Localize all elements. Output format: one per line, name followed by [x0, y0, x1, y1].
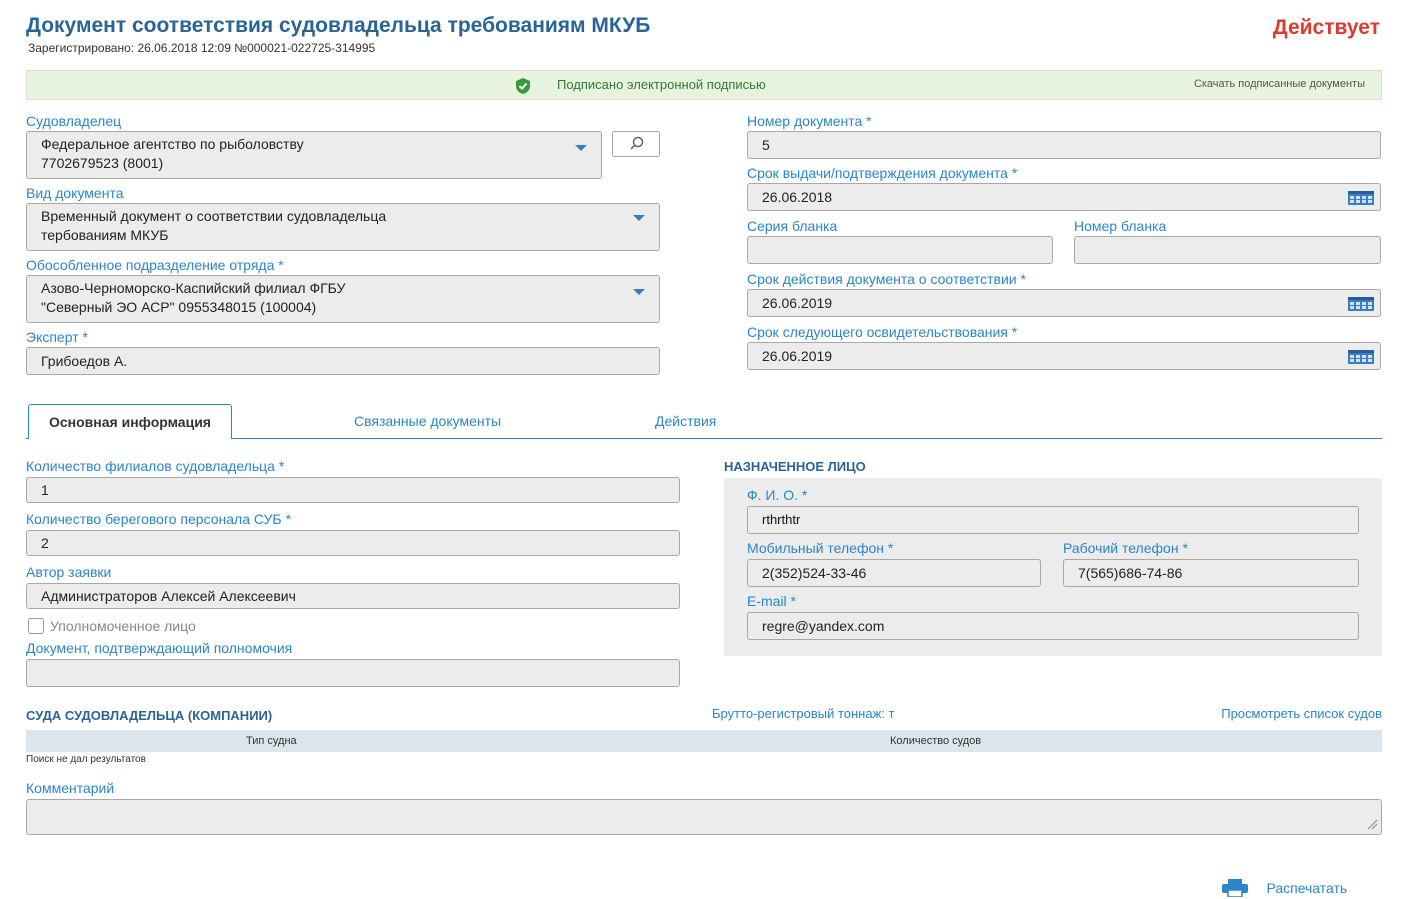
next-survey-label: Срок следующего освидетельствования * [747, 324, 1018, 340]
chevron-down-icon [633, 289, 645, 295]
vessels-heading: СУДА СУДОВЛАДЕЛЬЦА (КОМПАНИИ) [26, 708, 273, 723]
download-signed-link[interactable]: Скачать подписанные документы [1194, 78, 1365, 90]
branches-label: Количество филиалов судовладельца * [26, 458, 285, 474]
doc-number-field[interactable]: 5 [747, 131, 1381, 159]
work-phone-label: Рабочий телефон * [1063, 540, 1188, 556]
validity-date-field[interactable]: 26.06.2019 [747, 289, 1381, 317]
validity-date-value: 26.06.2019 [762, 295, 833, 311]
doc-type-select[interactable]: Временный документ о соответствии судовл… [26, 203, 660, 251]
branches-field[interactable]: 1 [26, 477, 680, 503]
next-survey-date-value: 26.06.2019 [762, 348, 833, 364]
blank-series-field[interactable] [747, 236, 1053, 264]
validity-label: Срок действия документа о соответствии * [747, 271, 1026, 287]
fio-label: Ф. И. О. * [747, 487, 808, 503]
column-vessel-count[interactable]: Количество судов [890, 735, 981, 747]
work-phone-field[interactable]: 7(565)686-74-86 [1063, 559, 1359, 587]
registration-info: Зарегистрировано: 26.06.2018 12:09 №0000… [28, 41, 376, 55]
expert-field[interactable]: Грибоедов А. [26, 347, 660, 375]
division-line1: Азово-Черноморско-Каспийский филиал ФГБУ [41, 280, 346, 296]
view-vessels-link[interactable]: Просмотреть список судов [1221, 706, 1382, 721]
doc-type-line1: Временный документ о соответствии судовл… [41, 208, 387, 224]
tab-related-documents[interactable]: Связанные документы [354, 413, 501, 429]
tab-main-info[interactable]: Основная информация [28, 404, 232, 439]
calendar-icon[interactable] [1348, 191, 1374, 205]
comment-textarea[interactable] [26, 799, 1382, 835]
division-select[interactable]: Азово-Черноморско-Каспийский филиал ФГБУ… [26, 275, 660, 323]
doc-type-line2: тербованиям МКУБ [41, 227, 169, 243]
comment-label: Комментарий [26, 780, 115, 796]
calendar-icon[interactable] [1348, 297, 1374, 311]
owner-search-button[interactable] [612, 131, 660, 157]
division-line2: "Северный ЭО АСР" 0955348015 (100004) [41, 299, 317, 315]
fio-field[interactable]: rthrthtr [747, 506, 1359, 534]
doc-number-label: Номер документа * [747, 113, 872, 129]
print-label: Распечатать [1266, 880, 1348, 896]
designated-person-heading: НАЗНАЧЕННОЕ ЛИЦО [724, 459, 866, 474]
authorized-person-label: Уполномоченное лицо [50, 618, 196, 634]
owner-label: Судовладелец [26, 113, 122, 129]
signature-status-text: Подписано электронной подписью [557, 77, 766, 92]
shield-check-icon [516, 78, 530, 94]
printer-icon [1222, 879, 1248, 898]
owner-line1: Федеральное агентство по рыболовству [41, 136, 304, 152]
authority-doc-field[interactable] [26, 659, 680, 687]
owner-select[interactable]: Федеральное агентство по рыболовству 770… [26, 131, 602, 179]
resize-handle-icon[interactable] [1366, 818, 1378, 830]
author-field[interactable]: Администраторов Алексей Алексеевич [26, 583, 680, 609]
division-label: Обособленное подразделение отряда * [26, 257, 284, 273]
vessels-table-header: Тип судна Количество судов [26, 730, 1382, 752]
blank-number-label: Номер бланка [1074, 218, 1167, 234]
shore-staff-label: Количество берегового персонала СУБ * [26, 511, 291, 527]
author-label: Автор заявки [26, 564, 112, 580]
mobile-phone-label: Мобильный телефон * [747, 540, 894, 556]
shore-staff-field[interactable]: 2 [26, 530, 680, 556]
vessels-empty-text: Поиск не дал результатов [26, 754, 146, 765]
email-label: E-mail * [747, 593, 797, 609]
issue-date-value: 26.06.2018 [762, 189, 833, 205]
print-button[interactable]: Распечатать [1222, 879, 1348, 898]
authority-doc-label: Документ, подтверждающий полномочия [26, 640, 293, 656]
gross-tonnage: Брутто-регистровый тоннаж: т [712, 706, 895, 721]
owner-line2: 7702679523 (8001) [41, 155, 164, 171]
chevron-down-icon [575, 145, 587, 151]
page-title: Документ соответствия судовладельца треб… [26, 14, 651, 37]
status-badge: Действует [1272, 16, 1380, 39]
blank-number-field[interactable] [1074, 236, 1381, 264]
column-vessel-type[interactable]: Тип судна [246, 735, 297, 747]
next-survey-date-field[interactable]: 26.06.2019 [747, 342, 1381, 370]
signature-bar: Подписано электронной подписью Скачать п… [26, 70, 1382, 100]
mobile-phone-field[interactable]: 2(352)524-33-46 [747, 559, 1041, 587]
expert-label: Эксперт * [26, 329, 88, 345]
issue-date-label: Срок выдачи/подтверждения документа * [747, 165, 1018, 181]
issue-date-field[interactable]: 26.06.2018 [747, 183, 1381, 211]
blank-series-label: Серия бланка [747, 218, 838, 234]
chevron-down-icon [633, 215, 645, 221]
tab-actions[interactable]: Действия [655, 413, 716, 429]
authorized-person-checkbox[interactable] [28, 618, 44, 634]
calendar-icon[interactable] [1348, 350, 1374, 364]
search-icon [630, 136, 644, 150]
doc-type-label: Вид документа [26, 185, 124, 201]
email-field[interactable]: regre@yandex.com [747, 612, 1359, 640]
